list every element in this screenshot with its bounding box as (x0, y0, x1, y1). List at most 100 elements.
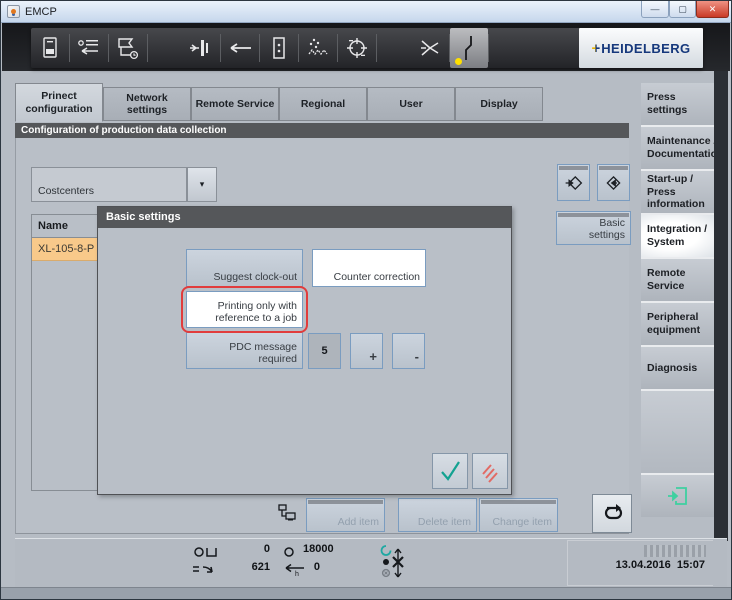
costcenters-dropdown-button[interactable]: ▾ (187, 167, 217, 202)
increment-button[interactable]: + (350, 333, 383, 369)
sidebar-item-label: Maintenance / Documentation (647, 135, 723, 160)
refresh-icon (598, 502, 626, 526)
button-bar (308, 500, 383, 504)
plus-icon: + (369, 350, 377, 365)
tab-label: Prinect configuration (18, 90, 100, 114)
sidebar-item-startup-press-information[interactable]: Start-up / Press information (641, 171, 714, 215)
printing-only-button[interactable]: Printing only with reference to a job (186, 291, 303, 328)
sidebar-item-label: Diagnosis (647, 362, 697, 375)
section-header: Configuration of production data collect… (15, 123, 629, 138)
counter-correction-button[interactable]: Counter correction (312, 249, 426, 287)
sidebar-item-press-settings[interactable]: Press settings (641, 83, 714, 127)
tab-label: Network settings (106, 92, 188, 116)
air-blast-icon[interactable] (411, 28, 449, 68)
pdc-value-field: 5 (308, 333, 341, 369)
tab-label: Display (480, 98, 517, 110)
delete-item-button[interactable]: Delete item (398, 498, 477, 532)
button-bar (599, 166, 628, 170)
window-title: EMCP (25, 6, 57, 18)
refresh-button[interactable] (592, 494, 632, 533)
speed-value: 621 (230, 561, 270, 573)
pdc-value: 5 (321, 345, 327, 357)
sidebar-item-label: Peripheral equipment (647, 311, 711, 336)
add-item-button[interactable]: Add item (306, 498, 385, 532)
change-item-button[interactable]: Change item (479, 498, 558, 532)
maximize-button[interactable]: ▢ (669, 1, 696, 18)
tab-regional[interactable]: Regional (279, 87, 367, 121)
job-log-icon[interactable] (109, 28, 147, 68)
costcenter-name: XL-105-8-P (38, 243, 94, 255)
basic-settings-button[interactable]: Basic settings (556, 211, 631, 245)
status-date: 13.04.2016 (616, 559, 671, 571)
sidebar-item-integration-system[interactable]: Integration / System (641, 215, 714, 259)
datetime: 13.04.2016 15:07 (616, 559, 705, 571)
change-item-label: Change item (492, 516, 552, 528)
exit-door-icon (665, 483, 691, 509)
sidebar-item-peripheral-equipment[interactable]: Peripheral equipment (641, 303, 714, 347)
sheet-counter-icon (193, 545, 219, 559)
diamond-out-icon (603, 171, 624, 195)
checkmark-icon (437, 458, 463, 484)
pdc-message-required-button[interactable]: PDC message required (186, 332, 303, 369)
sidebar-item-remote-service[interactable]: Remote Service (641, 259, 714, 303)
decrement-button[interactable]: - (392, 333, 425, 369)
sidebar-item-label: Integration / System (647, 223, 711, 248)
close-button[interactable]: ✕ (696, 1, 729, 18)
tab-label: User (399, 98, 422, 110)
exit-button[interactable] (641, 475, 714, 517)
printing-only-label: Printing only with reference to a job (192, 300, 297, 324)
delete-item-label: Delete item (418, 516, 471, 528)
powder-spray-icon[interactable] (299, 28, 337, 68)
basic-settings-dialog: Basic settings (97, 206, 512, 495)
arrow-left-icon[interactable] (221, 28, 259, 68)
sheet-infeed-icon[interactable] (182, 28, 220, 68)
titlebar: EMCP (1, 1, 731, 23)
preset-count-value: 18000 (303, 543, 334, 555)
pdc-message-label: PDC message required (192, 341, 297, 365)
sidebar-item-label: Remote Service (647, 267, 711, 292)
costcenters-label: Costcenters (38, 185, 94, 197)
status-bar: 0 18000 621 h 0 13.04.2016 15:07 (15, 538, 727, 587)
close-icon: ✕ (709, 4, 717, 15)
confirm-button[interactable] (432, 453, 468, 489)
sidebar-item-diagnosis[interactable]: Diagnosis (641, 347, 714, 391)
tab-display[interactable]: Display (455, 87, 543, 121)
export-item-button[interactable] (597, 164, 630, 201)
diamond-in-icon (563, 171, 584, 195)
add-item-label: Add item (338, 516, 379, 528)
chevron-down-icon: ▾ (200, 179, 205, 190)
maximize-icon: ▢ (678, 4, 687, 15)
cancel-slashes-icon (477, 458, 503, 484)
tab-user[interactable]: User (367, 87, 455, 121)
dialog-title[interactable]: Basic settings (98, 207, 511, 228)
network-items-icon (277, 503, 299, 523)
notification-dot (455, 58, 462, 65)
counter-correction-label: Counter correction (334, 271, 420, 283)
press-state-cluster-icon (379, 543, 405, 583)
sidebar-item-label: Start-up / Press information (647, 173, 711, 211)
list-transfer-icon[interactable] (70, 28, 108, 68)
cabinet-door-icon[interactable] (260, 28, 298, 68)
tab-network-settings[interactable]: Network settings (103, 87, 191, 121)
costcenters-field[interactable]: Costcenters (31, 167, 187, 202)
tab-remote-service[interactable]: Remote Service (191, 87, 279, 121)
tab-label: Regional (301, 98, 345, 110)
activity-stripes (644, 545, 706, 557)
cancel-button[interactable] (472, 453, 508, 489)
button-bar (481, 500, 556, 504)
remaining-value: 0 (300, 561, 320, 573)
basic-settings-label: Basic settings (562, 217, 625, 241)
register-icon[interactable] (338, 28, 376, 68)
suggest-clock-out-button[interactable]: Suggest clock-out (186, 249, 303, 287)
abc-report-icon[interactable] (31, 28, 69, 68)
tab-prinect-configuration[interactable]: Prinect configuration (15, 83, 103, 122)
suggest-clock-out-label: Suggest clock-out (214, 271, 297, 283)
sidebar-item-maintenance-documentation[interactable]: Maintenance / Documentation (641, 127, 714, 171)
crank-service-icon[interactable] (450, 28, 488, 68)
import-item-button[interactable] (557, 164, 590, 201)
speed-icon (191, 563, 219, 577)
minimize-button[interactable]: — (641, 1, 669, 18)
minus-icon: - (415, 350, 419, 365)
heidelberg-logo: + HEIDELBERG (579, 28, 703, 68)
button-bar (558, 213, 629, 217)
